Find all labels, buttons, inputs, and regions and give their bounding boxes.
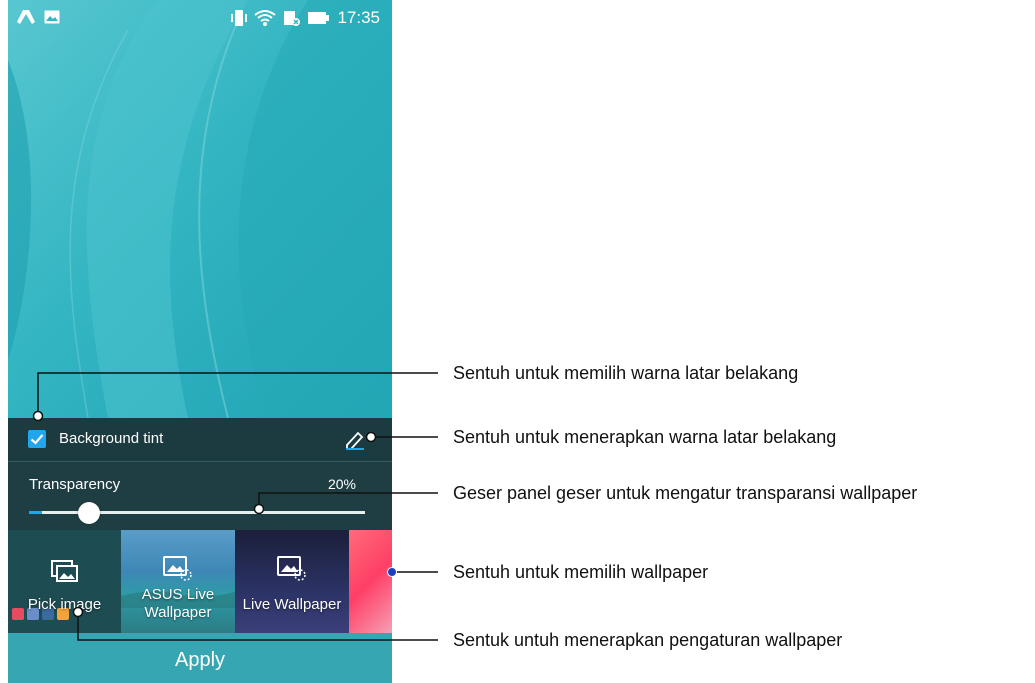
wallpaper-tile-live[interactable]: Live Wallpaper xyxy=(235,530,349,633)
background-tint-row[interactable]: Background tint xyxy=(8,418,392,461)
gallery-icon xyxy=(50,560,79,589)
apply-button[interactable]: Apply xyxy=(8,633,392,683)
tint-color-edit-icon[interactable] xyxy=(344,428,370,455)
callout-transparency: Geser panel geser untuk mengatur transpa… xyxy=(453,483,918,503)
check-icon xyxy=(30,434,44,445)
callout-select-tint: Sentuh untuk memilih warna latar belakan… xyxy=(453,363,799,383)
wallpaper-strip: Pick image ASUS Live Wallpaper Live Wall… xyxy=(8,530,392,633)
phone-screen: 17:35 Background tint Transparency 20% P… xyxy=(8,0,392,683)
transparency-row: Transparency 20% xyxy=(8,462,392,530)
wallpaper-preview xyxy=(8,0,392,418)
wifi-icon xyxy=(254,9,277,27)
wallpaper-tile-pink[interactable] xyxy=(349,530,392,633)
callout-select-wallpaper: Sentuh untuk memilih wallpaper xyxy=(453,562,709,582)
image-icon xyxy=(44,10,60,24)
data-off-icon xyxy=(283,9,301,27)
wallpaper-tile-pick-image[interactable]: Pick image xyxy=(8,530,121,633)
background-tint-label: Background tint xyxy=(59,430,164,447)
vibrate-icon xyxy=(231,9,248,27)
transparency-label: Transparency xyxy=(29,476,121,493)
wallpaper-tile-asus-live[interactable]: ASUS Live Wallpaper xyxy=(121,530,235,633)
image-loading-icon xyxy=(163,556,193,587)
transparency-slider-thumb[interactable] xyxy=(78,502,101,524)
callout-apply-settings: Sentuk untuh menerapkan pengaturan wallp… xyxy=(453,630,843,650)
transparency-value: 20% xyxy=(327,476,356,492)
wallpaper-tile-label: Live Wallpaper xyxy=(242,596,342,613)
transparency-slider-fill xyxy=(29,511,43,514)
status-time: 17:35 xyxy=(337,8,380,27)
battery-icon xyxy=(308,11,330,25)
wallpaper-tile-label: ASUS Live Wallpaper xyxy=(141,586,215,621)
callout-apply-tint: Sentuh untuk menerapkan warna latar bela… xyxy=(453,427,837,447)
wallpaper-tile-label: Pick image xyxy=(27,596,102,613)
status-bar: 17:35 xyxy=(8,0,392,38)
background-tint-checkbox[interactable] xyxy=(28,430,46,448)
drive-icon xyxy=(16,9,36,25)
image-loading-icon xyxy=(277,556,307,587)
